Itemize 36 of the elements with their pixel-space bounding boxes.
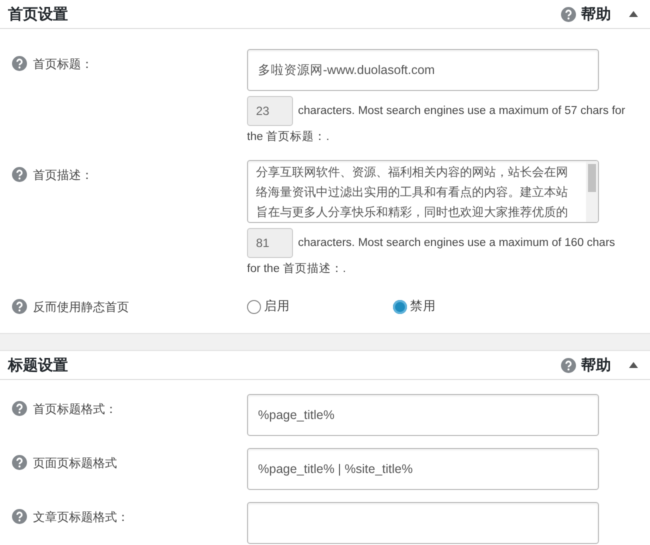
setting-label: 反而使用静态首页 xyxy=(33,299,129,315)
setting-label: 首页标题： xyxy=(33,56,93,72)
panel-title: 标题设置 xyxy=(8,356,69,374)
char-count-note: characters. Most search engines use a maximum of 57 chars for xyxy=(298,105,626,117)
help-icon xyxy=(12,299,27,314)
text-field[interactable]: %page_title% | %site_title% xyxy=(247,448,599,490)
text-field[interactable]: %page_title% xyxy=(247,394,599,436)
collapse-toggle-icon[interactable] xyxy=(629,11,638,17)
textarea-field[interactable]: 分享互联网软件、资源、福利相关内容的网站，站长会在网 络海量资讯中过滤出实用的工具和有看点的内容。建立本站 旨在与更多人分享快乐和精彩，同时也欢迎大家推荐优质的 xyxy=(247,160,599,223)
help-icon xyxy=(12,455,27,470)
text-field[interactable] xyxy=(247,502,599,544)
setting-label: 文章页标题格式： xyxy=(33,509,129,525)
setting-label: 首页描述： xyxy=(33,167,93,183)
radio-button[interactable] xyxy=(393,300,407,314)
radio-option[interactable]: 启用 xyxy=(247,298,393,315)
radio-button[interactable] xyxy=(247,300,261,314)
help-link[interactable]: 帮助 xyxy=(581,356,611,374)
char-count-field: 23 xyxy=(247,96,293,126)
radio-option[interactable]: 禁用 xyxy=(393,298,539,315)
panel-title: 首页设置 xyxy=(8,4,69,24)
help-icon xyxy=(12,56,27,71)
setting-label: 首页标题格式： xyxy=(33,401,117,417)
scrollbar-thumb[interactable] xyxy=(588,164,596,192)
char-count-field: 81 xyxy=(247,228,293,258)
text-field[interactable]: 多啦资源网-www.duolasoft.com xyxy=(247,49,599,91)
help-icon xyxy=(12,167,27,182)
char-count-note: characters. Most search engines use a maximum of 160 chars xyxy=(298,237,616,249)
help-icon xyxy=(561,358,576,372)
help-icon xyxy=(561,6,576,22)
collapse-toggle-icon[interactable] xyxy=(629,362,638,368)
help-icon xyxy=(12,401,27,416)
help-link[interactable]: 帮助 xyxy=(581,4,611,24)
help-icon xyxy=(12,509,27,524)
char-count-note: for the 首页描述：. xyxy=(247,262,346,277)
setting-label: 页面页标题格式 xyxy=(33,455,117,471)
char-count-note: the 首页标题：. xyxy=(247,130,330,145)
